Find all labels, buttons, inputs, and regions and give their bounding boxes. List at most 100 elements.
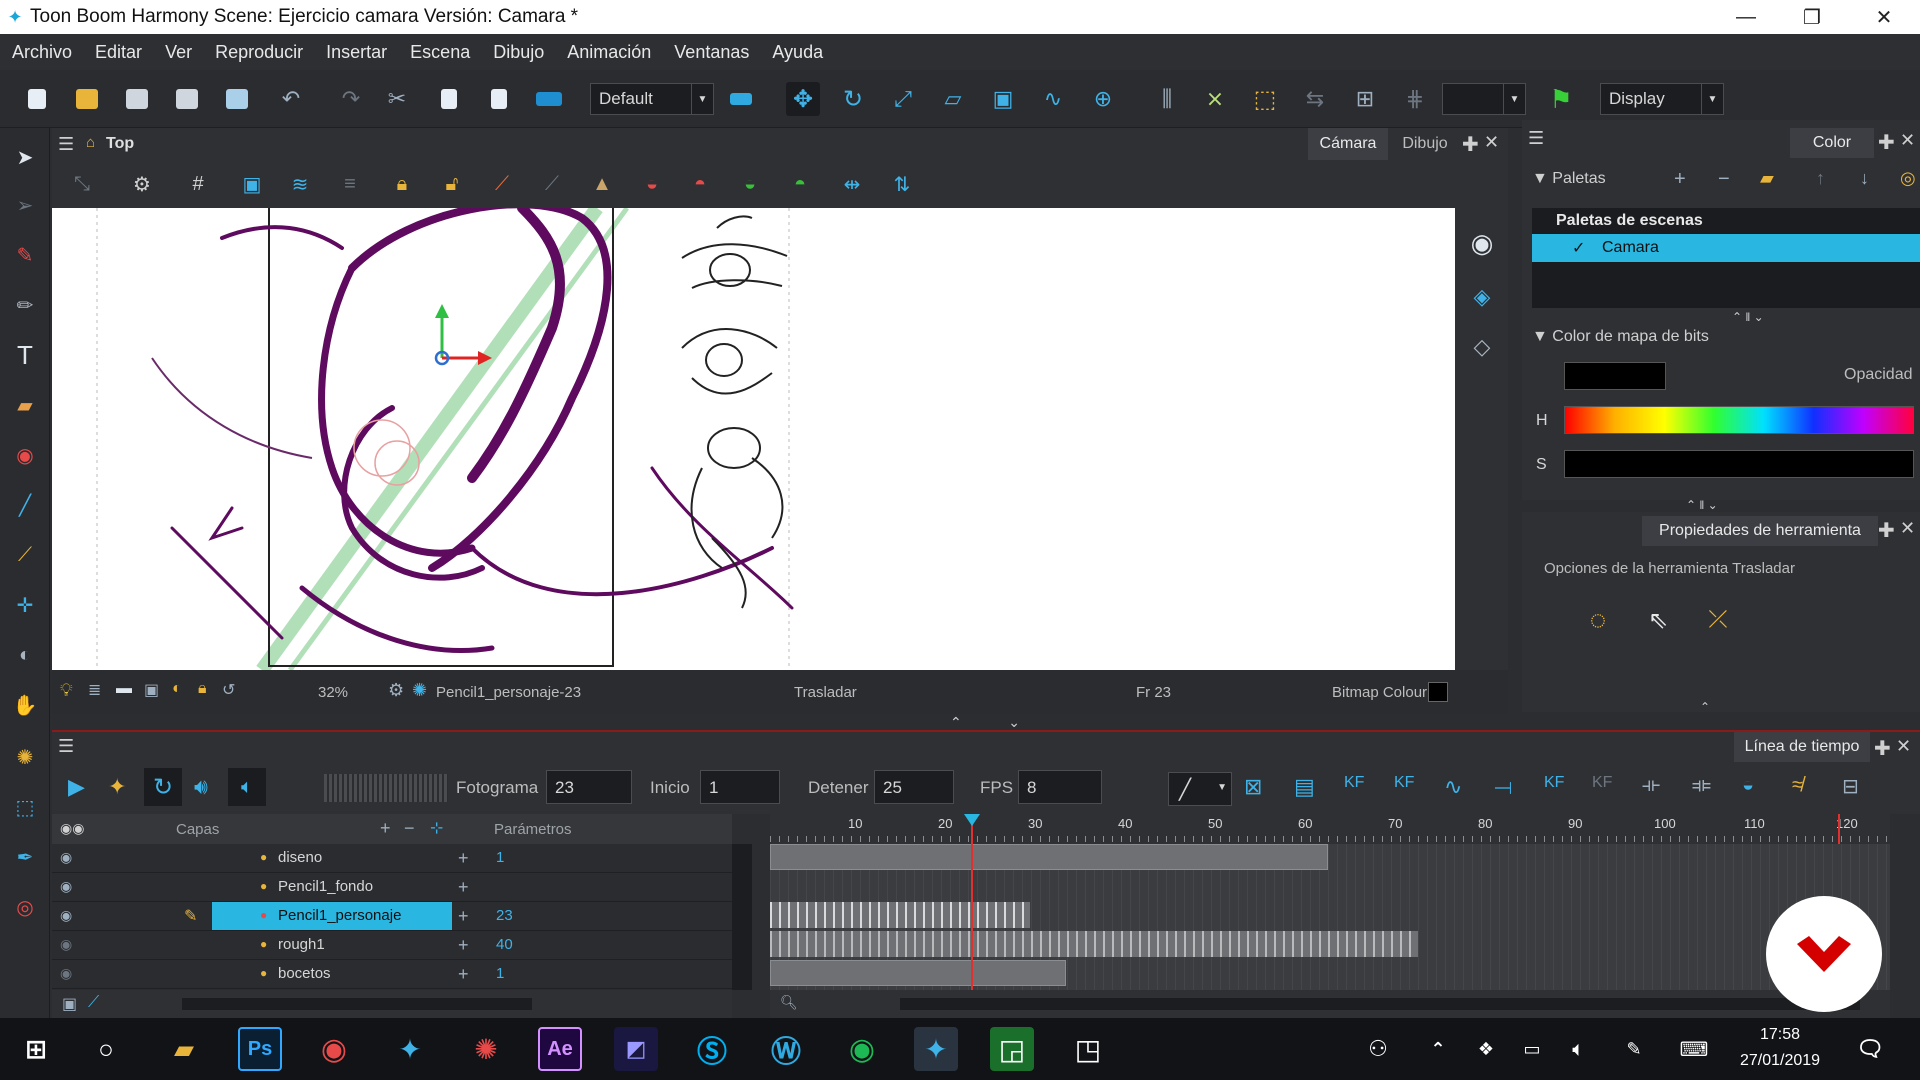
select-tool-icon[interactable]: ➤ (10, 140, 40, 174)
cut-icon[interactable]: ✂ (380, 82, 414, 116)
bone-tool-icon[interactable]: ✺ (10, 740, 40, 774)
new-scene-icon[interactable] (20, 82, 54, 116)
layer-name[interactable]: bocetos (278, 965, 331, 982)
photoshop-icon[interactable]: Ps (238, 1027, 282, 1071)
layer-pencil-icon[interactable]: ✎ (184, 906, 197, 926)
contour-editor-icon[interactable]: ➢ (10, 188, 40, 222)
cortana-icon[interactable]: ○ (84, 1027, 128, 1071)
menu-editar[interactable]: Editar (95, 42, 142, 63)
end-marker[interactable] (1838, 814, 1840, 844)
motion-keyframe-icon[interactable]: ∿ (1444, 774, 1462, 800)
add-layer-icon[interactable]: + (380, 818, 391, 839)
delete-frame-icon[interactable]: ⟚ (1692, 774, 1711, 797)
dropbox-icon[interactable]: ❖ (1464, 1027, 1508, 1071)
frame-ruler[interactable]: 10 20 30 40 50 60 70 80 90 100 110 120 (770, 814, 1890, 844)
tool-panel-splitter[interactable]: ⌃ (1700, 700, 1740, 714)
view-settings-icon[interactable]: ⚙ (126, 168, 158, 200)
prev-keyframe-icon[interactable]: KF (1544, 774, 1564, 792)
flip-h-icon[interactable]: ⇹ (836, 168, 868, 200)
layer-eye-icon[interactable]: ◉ (60, 907, 72, 924)
peg-footer-icon[interactable]: ⟋ (88, 994, 99, 1012)
eye-icon[interactable]: ◉ (1465, 226, 1499, 260)
menu-ayuda[interactable]: Ayuda (772, 42, 823, 63)
skype-icon[interactable]: Ⓢ (690, 1027, 734, 1071)
close-panel-icon[interactable]: ✕ (1900, 130, 1915, 151)
frame-status-icon[interactable]: ▬ (116, 680, 132, 698)
stop-motion-icon[interactable]: ⟞ (1494, 774, 1512, 800)
tab-camara[interactable]: Cámara (1308, 128, 1388, 160)
export-icon[interactable]: ▤ (1294, 774, 1315, 800)
reset-view-icon[interactable]: ⤡ (66, 168, 98, 200)
clock-date[interactable]: 27/01/2019 (1730, 1052, 1830, 1070)
pivot-flag-icon[interactable]: ⚑ (1544, 82, 1578, 116)
save-icon[interactable] (120, 82, 154, 116)
flip-icon[interactable]: ⨯ (1198, 82, 1232, 116)
bitmap-colour-swatch[interactable] (1428, 682, 1448, 702)
sound-scrub-icon[interactable]: 🔈︎ (228, 768, 266, 806)
notifications-icon[interactable]: 🗨︎ (1848, 1027, 1892, 1071)
camera-footer-icon[interactable]: ▣ (62, 994, 77, 1014)
layer-eye-icon[interactable]: ◉ (60, 878, 72, 895)
playback-speed-slider[interactable] (324, 774, 448, 802)
layer-name[interactable]: Pencil1_fondo (278, 878, 373, 895)
menu-escena[interactable]: Escena (410, 42, 470, 63)
add-panel-icon[interactable]: ✚ (1878, 130, 1895, 155)
menu-reproducir[interactable]: Reproducir (215, 42, 303, 63)
bitmap-color-toggle[interactable]: ▼ Color de mapa de bits (1532, 328, 1709, 346)
palette-folder-icon[interactable]: ▰ (1760, 168, 1774, 189)
paint-app-icon[interactable]: ✺ (464, 1027, 508, 1071)
start-input[interactable]: 1 (700, 770, 780, 804)
palette-splitter[interactable]: ⌃ ‖ ⌄ (1732, 310, 1782, 324)
open-folder-icon[interactable] (70, 82, 104, 116)
workspace-manager-icon[interactable] (724, 82, 758, 116)
next-keyframe-icon[interactable]: KF (1592, 774, 1612, 792)
exposure-diseno[interactable] (770, 844, 1328, 870)
paste-icon[interactable] (482, 82, 516, 116)
spline-offset-icon[interactable]: ∿ (1036, 82, 1070, 116)
transform-tool-icon[interactable]: ✥ (786, 82, 820, 116)
saturation-slider[interactable] (1564, 450, 1914, 478)
layer-eye-icon[interactable]: ◉ (60, 936, 72, 953)
display-select[interactable]: Display ▼ (1600, 83, 1724, 115)
close-view-icon[interactable]: ✕ (1484, 132, 1499, 153)
copy-icon[interactable] (432, 82, 466, 116)
unlock-icon[interactable]: 🔓︎ (436, 168, 468, 200)
ruler-icon[interactable]: ⟋ (486, 168, 518, 200)
tab-dibujo[interactable]: Dibujo (1390, 128, 1460, 160)
menu-dibujo[interactable]: Dibujo (493, 42, 544, 63)
add-panel-icon-3[interactable]: ✚ (1874, 736, 1891, 761)
tab-timeline[interactable]: Línea de tiempo (1734, 732, 1870, 762)
chrome-icon[interactable]: ◉ (312, 1027, 356, 1071)
start-icon[interactable]: ⊞ (14, 1027, 58, 1071)
paint-bucket-icon[interactable]: ◉ (10, 438, 40, 472)
file-explorer-icon[interactable]: ▰ (162, 1027, 206, 1071)
fps-input[interactable]: 8 (1018, 770, 1102, 804)
close-window-button[interactable]: ✕ (1856, 0, 1912, 34)
after-effects-icon[interactable]: Ae (538, 1027, 582, 1071)
onion-status-icon[interactable]: ◐ (172, 680, 182, 698)
zoom-frames-icon[interactable]: 🔍︎ (780, 994, 798, 1011)
layer-eye-icon[interactable]: ◉ (60, 965, 72, 982)
hue-slider[interactable] (1564, 406, 1914, 434)
layer-row-diseno[interactable]: ◉ ● diseno + 1 (52, 844, 732, 873)
frame-input[interactable]: 23 (546, 770, 632, 804)
guide-icon[interactable]: ⟋ (536, 168, 568, 200)
layer-below-icon[interactable]: ◇ (1465, 330, 1499, 364)
keyboard-icon[interactable]: ⌨ (1672, 1027, 1716, 1071)
remove-keyframe-icon[interactable]: KF (1394, 774, 1414, 792)
ease-icon[interactable]: ◒ (1742, 774, 1754, 797)
menu-animacion[interactable]: Animación (567, 42, 651, 63)
grid-icon[interactable]: # (182, 168, 214, 200)
browser-app-icon[interactable]: Ⓦ (764, 1027, 808, 1071)
cone-icon[interactable]: ▲ (586, 168, 618, 200)
layer-eye-icon[interactable]: ◉ (60, 849, 72, 866)
stroke-tool-icon[interactable]: ◎ (10, 890, 40, 924)
timeline-menu-icon[interactable]: ☰ (58, 736, 74, 757)
remove-layer-icon[interactable]: − (404, 818, 415, 839)
sound-icon[interactable]: 🔊︎ (194, 774, 208, 800)
tab-tool-properties[interactable]: Propiedades de herramienta (1642, 516, 1878, 546)
camera-canvas[interactable] (52, 208, 1455, 670)
add-keyframe-icon[interactable]: KF (1344, 774, 1364, 792)
menu-insertar[interactable]: Insertar (326, 42, 387, 63)
flip-v-icon[interactable]: ⇅ (886, 168, 918, 200)
